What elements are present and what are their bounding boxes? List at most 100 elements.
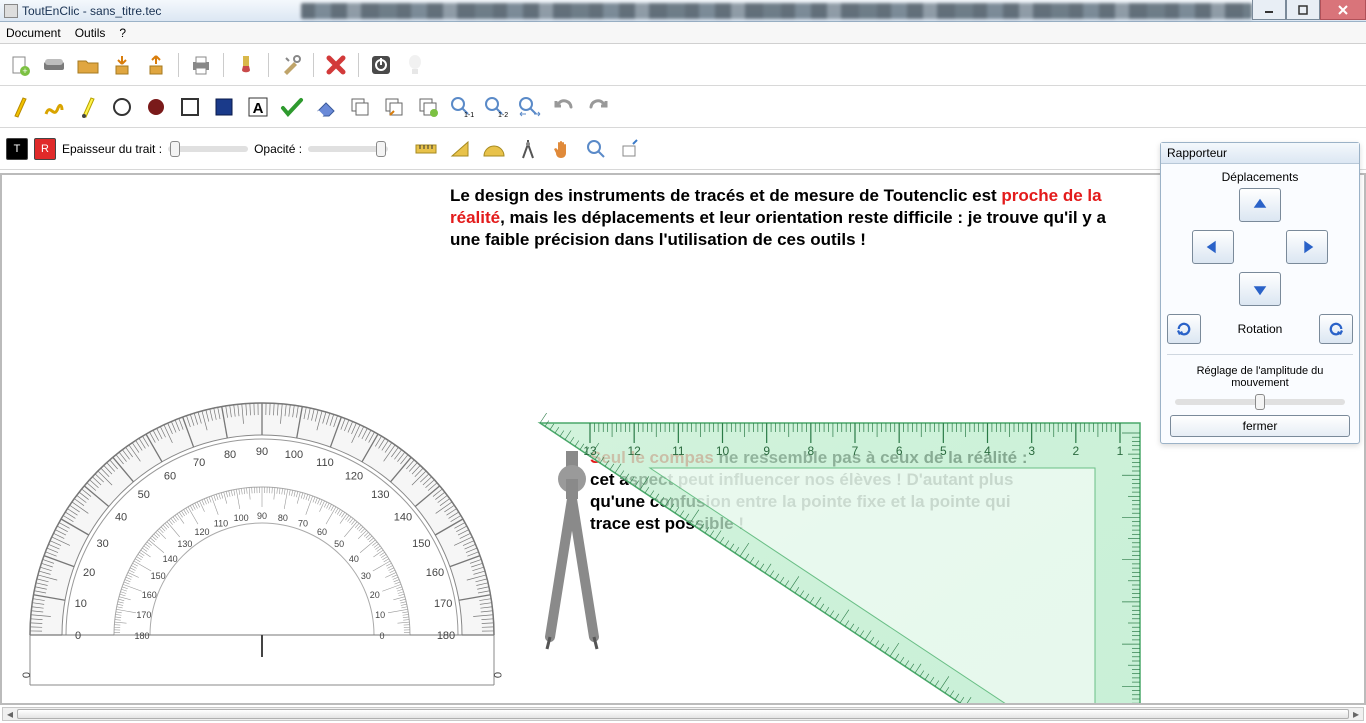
scroll-right-arrow-icon[interactable]: ▸ (1349, 708, 1363, 720)
power-button[interactable] (367, 51, 395, 79)
protractor-outer-label: 60 (164, 471, 176, 483)
horizontal-scrollbar[interactable]: ◂ ▸ (2, 707, 1364, 721)
close-button[interactable] (1320, 0, 1366, 20)
protractor-tool-button[interactable] (480, 135, 508, 163)
undo-button[interactable] (550, 93, 578, 121)
ruler-tool-button[interactable] (412, 135, 440, 163)
protractor-instrument[interactable]: 0180101702016030150401405013060120701108… (22, 355, 502, 705)
thickness-slider[interactable] (168, 146, 248, 152)
move-up-button[interactable] (1239, 188, 1281, 222)
protractor-inner-label: 50 (334, 539, 344, 549)
toolbar-separator (313, 53, 314, 77)
tools-button[interactable] (277, 51, 305, 79)
protractor-outer-label: 150 (412, 538, 430, 550)
copy-button[interactable] (346, 93, 374, 121)
protractor-inner-label: 110 (214, 518, 228, 528)
circle-outline-button[interactable] (108, 93, 136, 121)
protractor-inner-label: 40 (349, 554, 359, 564)
compass-tool-button[interactable] (514, 135, 542, 163)
protractor-inner-label: 180 (134, 631, 149, 641)
protractor-inner-label: 130 (177, 539, 192, 549)
svg-text:1-2: 1-2 (498, 112, 508, 118)
hand-tool-button[interactable] (548, 135, 576, 163)
brush-button[interactable] (232, 51, 260, 79)
protractor-inner-label: 100 (234, 513, 249, 523)
main-toolbar: + (0, 44, 1366, 86)
delete-button[interactable] (322, 51, 350, 79)
import-button[interactable] (108, 51, 136, 79)
opacity-slider[interactable] (308, 146, 388, 152)
protractor-inner-label: 160 (142, 590, 157, 600)
new-page-button[interactable]: + (6, 51, 34, 79)
zoom-fit-button[interactable] (516, 93, 544, 121)
svg-text:+: + (22, 66, 27, 76)
circle-fill-button[interactable] (142, 93, 170, 121)
square-outline-button[interactable] (176, 93, 204, 121)
deplacements-label: Déplacements (1222, 170, 1299, 184)
window-titlebar: ToutEnClic - sans_titre.tec (0, 0, 1366, 22)
zoom-11-button[interactable]: 1-1 (448, 93, 476, 121)
svg-text:0: 0 (22, 672, 33, 678)
protractor-inner-label: 20 (370, 590, 380, 600)
rotate-ccw-button[interactable] (1167, 314, 1201, 344)
compass-instrument[interactable] (532, 451, 612, 651)
app-icon (4, 4, 18, 18)
protractor-outer-label: 50 (138, 489, 150, 501)
protractor-outer-label: 170 (434, 598, 452, 610)
amplitude-label: Réglage de l'amplitude du mouvement (1167, 365, 1353, 389)
menu-document[interactable]: Document (6, 26, 61, 40)
open-folder-button[interactable] (74, 51, 102, 79)
print-button[interactable] (187, 51, 215, 79)
pen-yellow-button[interactable] (6, 93, 34, 121)
freehand-button[interactable] (40, 93, 68, 121)
setsquare-tool-button[interactable] (446, 135, 474, 163)
lightbulb-button[interactable] (401, 51, 429, 79)
menu-bar: Document Outils ? (0, 22, 1366, 44)
minimize-button[interactable] (1252, 0, 1286, 20)
checkmark-button[interactable] (278, 93, 306, 121)
move-left-button[interactable] (1192, 230, 1234, 264)
snap-tool-button[interactable] (616, 135, 644, 163)
toolbar-separator (223, 53, 224, 77)
fill-color-swatch[interactable]: R (34, 138, 56, 160)
setsquare-label: 2 (1072, 444, 1079, 458)
text-color-swatch[interactable]: T (6, 138, 28, 160)
panel-divider (1167, 354, 1353, 355)
rapporteur-panel[interactable]: Rapporteur Déplacements Rotation Réglage… (1160, 142, 1360, 444)
zoom-12-button[interactable]: 1-2 (482, 93, 510, 121)
scroll-left-arrow-icon[interactable]: ◂ (3, 708, 17, 720)
protractor-inner-label: 60 (317, 527, 327, 537)
protractor-inner-label: 70 (298, 518, 308, 528)
protractor-inner-label: 90 (257, 511, 267, 521)
protractor-inner-label: 10 (375, 610, 385, 620)
rotate-cw-button[interactable] (1319, 314, 1353, 344)
duplicate-button[interactable] (414, 93, 442, 121)
move-down-button[interactable] (1239, 272, 1281, 306)
highlighter-button[interactable] (74, 93, 102, 121)
export-button[interactable] (142, 51, 170, 79)
menu-outils[interactable]: Outils (75, 26, 106, 40)
rotation-label: Rotation (1238, 322, 1283, 336)
zoom-tool-button[interactable] (582, 135, 610, 163)
eraser-button[interactable] (312, 93, 340, 121)
toolbar-separator (178, 53, 179, 77)
redo-button[interactable] (584, 93, 612, 121)
amplitude-slider[interactable] (1175, 399, 1345, 405)
protractor-inner-label: 120 (194, 527, 209, 537)
annotation-text-2: Seul le compas ne ressemble pas à ceux d… (590, 447, 1030, 535)
protractor-outer-label: 0 (75, 630, 81, 642)
protractor-inner-label: 170 (136, 610, 151, 620)
menu-help[interactable]: ? (119, 26, 126, 40)
protractor-inner-label: 0 (379, 631, 384, 641)
move-right-button[interactable] (1286, 230, 1328, 264)
svg-text:0: 0 (491, 672, 502, 678)
maximize-button[interactable] (1286, 0, 1320, 20)
paste-button[interactable] (380, 93, 408, 121)
protractor-outer-label: 100 (285, 449, 303, 461)
scrollbar-thumb[interactable] (17, 709, 1349, 719)
panel-close-button[interactable]: fermer (1170, 415, 1350, 437)
text-button[interactable]: A (244, 93, 272, 121)
scanner-button[interactable] (40, 51, 68, 79)
protractor-inner-label: 30 (361, 571, 371, 581)
square-fill-button[interactable] (210, 93, 238, 121)
